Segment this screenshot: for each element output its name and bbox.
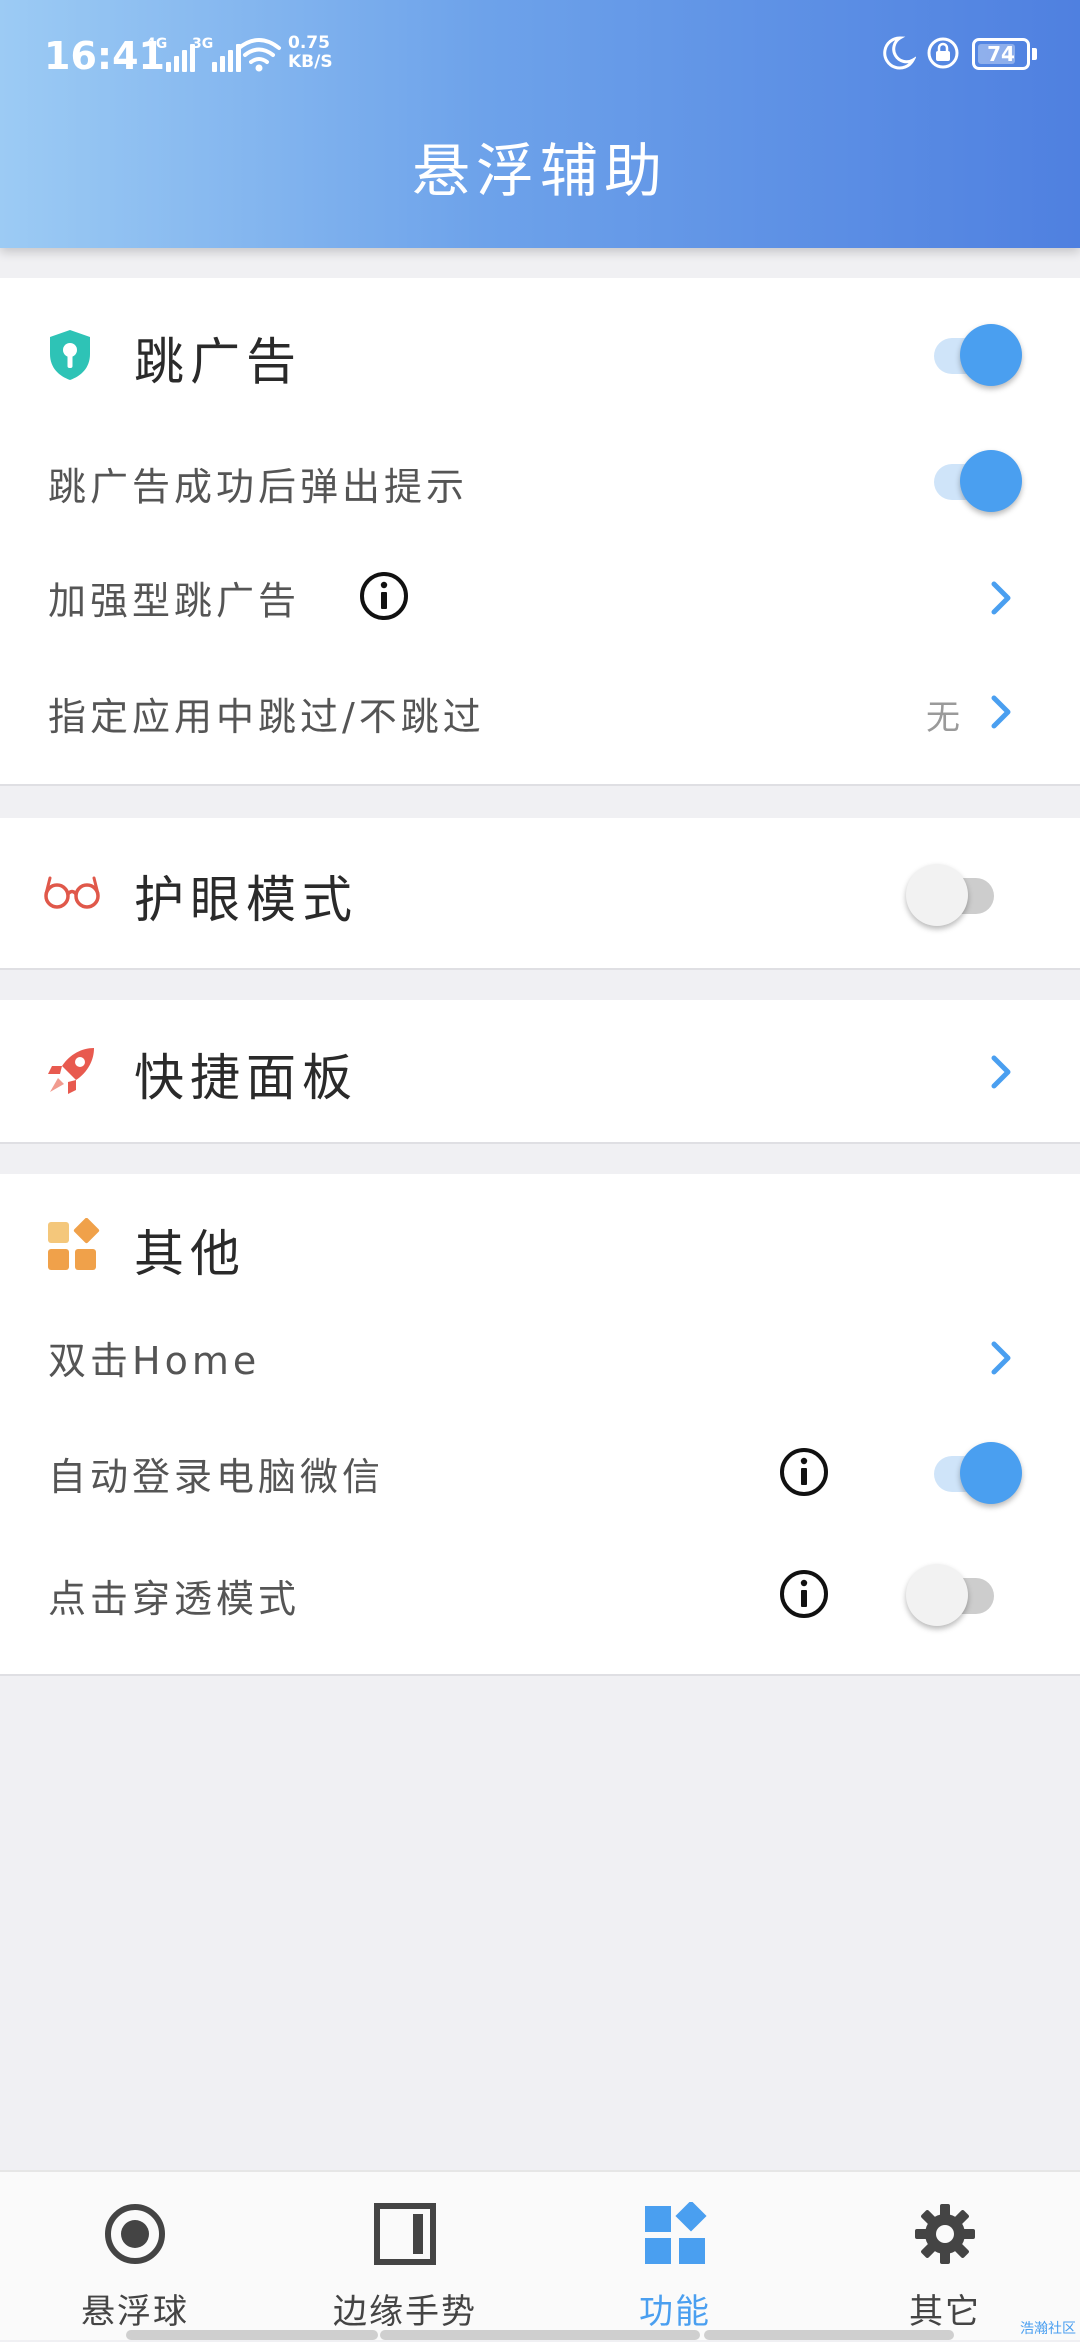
signal-gen-label: 4G <box>146 36 167 52</box>
edge-panel-icon <box>373 2202 437 2266</box>
skip-ads-popup-label: 跳广告成功后弹出提示 <box>48 456 468 511</box>
tab-label: 功能 <box>540 2284 810 2333</box>
eye-care-row[interactable]: 护眼模式 <box>0 818 1080 968</box>
auto-login-label: 自动登录电脑微信 <box>48 1446 384 1501</box>
nav-gesture-bar <box>380 2330 700 2340</box>
double-home-row[interactable]: 双击Home <box>0 1304 1080 1412</box>
other-card: 其他 双击Home 自动登录电脑微信 点击穿透模式 <box>0 1174 1080 1676</box>
tab-edge-gestures[interactable]: 边缘手势 <box>270 2172 540 2342</box>
auto-login-row[interactable]: 自动登录电脑微信 <box>0 1412 1080 1536</box>
network-speed: 0.75 KB/S <box>288 34 333 72</box>
shield-icon <box>46 328 94 382</box>
eye-care-toggle[interactable] <box>906 860 1002 928</box>
speed-unit: KB/S <box>288 53 333 72</box>
auto-login-toggle[interactable] <box>926 1438 1022 1506</box>
widgets-icon <box>643 2202 707 2266</box>
chevron-right-icon <box>986 578 1016 618</box>
app-header: 16:41 4G 3G 0.75 KB/S 74 <box>0 0 1080 248</box>
rotation-lock-icon <box>926 36 960 70</box>
skip-ads-popup-row[interactable]: 跳广告成功后弹出提示 <box>0 428 1080 538</box>
click-through-row[interactable]: 点击穿透模式 <box>0 1536 1080 1660</box>
enhanced-skip-ads-label: 加强型跳广告 <box>48 570 300 625</box>
apps-skip-label: 指定应用中跳过/不跳过 <box>48 686 485 741</box>
battery-icon: 74 <box>972 38 1030 70</box>
other-header: 其他 <box>0 1174 1080 1304</box>
double-home-label: 双击Home <box>48 1330 260 1385</box>
nav-gesture-bar <box>126 2330 378 2340</box>
quick-panel-row[interactable]: 快捷面板 <box>0 1000 1080 1142</box>
quick-panel-title: 快捷面板 <box>134 1038 358 1110</box>
record-circle-icon <box>103 2202 167 2266</box>
quick-panel-card: 快捷面板 <box>0 1000 1080 1144</box>
widgets-icon <box>46 1218 100 1272</box>
gear-icon <box>913 2202 977 2266</box>
tab-label: 悬浮球 <box>0 2284 270 2333</box>
info-icon[interactable] <box>778 1446 830 1498</box>
watermark: 浩瀚社区 <box>1020 2318 1076 2338</box>
status-bar: 16:41 4G 3G 0.75 KB/S 74 <box>0 0 1080 108</box>
other-title: 其他 <box>134 1214 246 1286</box>
click-through-toggle[interactable] <box>906 1560 1002 1628</box>
click-through-label: 点击穿透模式 <box>48 1568 300 1623</box>
eye-care-card: 护眼模式 <box>0 818 1080 970</box>
chevron-right-icon <box>986 1338 1016 1378</box>
apps-skip-value: 无 <box>926 690 960 739</box>
tab-floating-ball[interactable]: 悬浮球 <box>0 2172 270 2342</box>
speed-value: 0.75 <box>288 34 333 53</box>
skip-ads-toggle[interactable] <box>926 320 1022 388</box>
skip-ads-title: 跳广告 <box>134 322 302 394</box>
skip-ads-popup-toggle[interactable] <box>926 446 1022 514</box>
info-icon[interactable] <box>358 570 410 622</box>
glasses-icon <box>42 872 102 912</box>
chevron-right-icon <box>986 1052 1016 1092</box>
skip-ads-card: 跳广告 跳广告成功后弹出提示 加强型跳广告 指定应用中跳过/不跳过 无 <box>0 278 1080 786</box>
nav-gesture-bar <box>704 2330 954 2340</box>
eye-care-title: 护眼模式 <box>134 860 358 932</box>
tab-functions[interactable]: 功能 <box>540 2172 810 2342</box>
chevron-right-icon <box>986 692 1016 732</box>
enhanced-skip-ads-row[interactable]: 加强型跳广告 <box>0 538 1080 656</box>
wifi-icon <box>236 36 282 72</box>
moon-icon <box>880 34 916 72</box>
page-title: 悬浮辅助 <box>0 124 1080 208</box>
info-icon[interactable] <box>778 1568 830 1620</box>
rocket-icon <box>44 1044 98 1098</box>
skip-ads-row[interactable]: 跳广告 <box>0 278 1080 428</box>
tab-label: 边缘手势 <box>270 2284 540 2333</box>
bottom-tab-bar: 悬浮球 边缘手势 功能 <box>0 2170 1080 2340</box>
tab-other[interactable]: 其它 <box>810 2172 1080 2342</box>
apps-skip-row[interactable]: 指定应用中跳过/不跳过 无 <box>0 656 1080 768</box>
signal-gen-label: 3G <box>192 36 213 52</box>
battery-level: 74 <box>975 41 1027 67</box>
